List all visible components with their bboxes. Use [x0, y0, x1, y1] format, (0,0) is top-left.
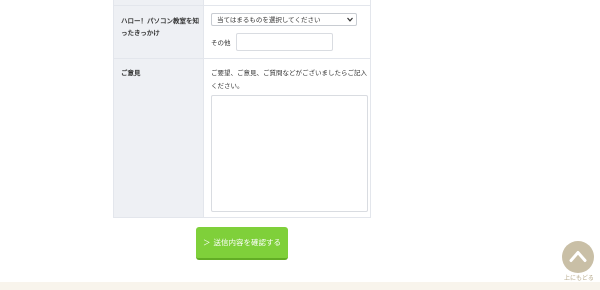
chevron-down-icon — [347, 17, 353, 22]
form-row-opinion: ご意見 ご要望、ご意見、ご質問などがございましたらご記入ください。 — [114, 59, 370, 217]
footer-band — [0, 282, 600, 290]
form-row-opinion-header: ご意見 — [114, 59, 204, 217]
contact-form-table: ハロー！パソコン教室を知ったきっかけ 当てはまるものを選択してください その他 … — [113, 0, 371, 218]
other-input[interactable] — [236, 33, 333, 51]
other-label: その他 — [211, 39, 231, 47]
form-row-previous-header — [114, 0, 204, 5]
chevron-right-icon: ＞ — [203, 238, 211, 247]
confirm-submit-label: 送信内容を確認する — [213, 238, 282, 247]
source-select[interactable]: 当てはまるものを選択してください — [211, 13, 357, 26]
opinion-note: ご要望、ご意見、ご質問などがございましたらご記入ください。 — [211, 69, 367, 90]
chevron-up-icon — [569, 251, 587, 262]
form-row-source-header: ハロー！パソコン教室を知ったきっかけ — [114, 6, 204, 58]
source-label: ハロー！パソコン教室を知ったきっかけ — [121, 17, 199, 37]
page-top-label[interactable]: 上にもどる — [560, 275, 598, 283]
opinion-label: ご意見 — [121, 69, 141, 77]
form-row-source: ハロー！パソコン教室を知ったきっかけ 当てはまるものを選択してください その他 — [114, 6, 370, 59]
opinion-textarea[interactable] — [211, 95, 368, 212]
page-top-button[interactable] — [562, 241, 594, 273]
source-select-value: 当てはまるものを選択してください — [217, 16, 321, 24]
confirm-submit-button[interactable]: ＞送信内容を確認する — [196, 227, 288, 260]
